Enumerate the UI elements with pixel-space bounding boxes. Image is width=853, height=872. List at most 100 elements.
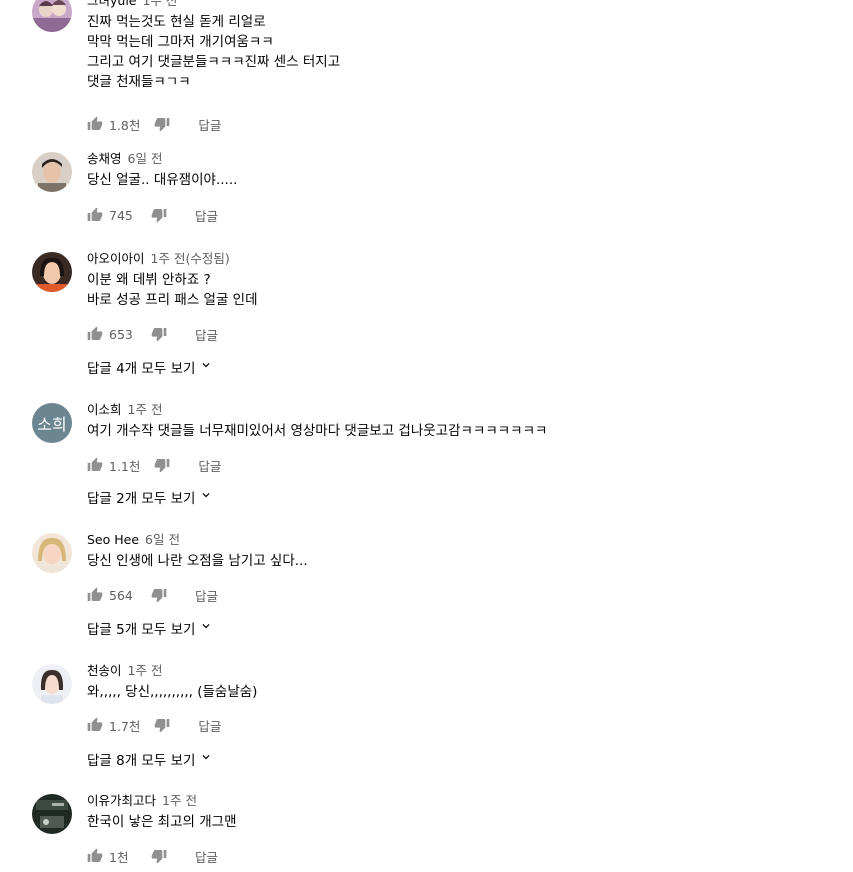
comment-text: 당신 인생에 나란 오점을 남기고 싶다...	[87, 551, 833, 571]
avatar[interactable]	[32, 0, 72, 32]
comment-author[interactable]: 이유가최고다	[87, 793, 156, 808]
thumb-down-icon	[154, 116, 170, 132]
comment-line: 한국이 낳은 최고의 개그맨	[87, 814, 237, 830]
comment-author[interactable]: 그녀yule	[87, 0, 136, 8]
comment-time[interactable]: 1주 전	[142, 0, 177, 8]
like-button[interactable]: 1.8천	[87, 115, 140, 134]
like-button[interactable]: 564	[87, 587, 137, 603]
like-count: 1.8천	[109, 117, 141, 133]
comment-text: 한국이 낳은 최고의 개그맨	[87, 812, 833, 832]
comment-line: 바로 성공 프리 패스 얼굴 인데	[87, 292, 258, 308]
thumb-up-icon	[87, 207, 103, 223]
like-button[interactable]: 1.7천	[87, 716, 140, 735]
thumb-down-icon	[151, 848, 167, 864]
like-count: 745	[109, 207, 133, 223]
comment-time[interactable]: 6일 전	[145, 532, 180, 547]
avatar-letter: 소희	[37, 415, 67, 434]
comment-actions: 1.1천 답글	[87, 454, 221, 476]
comment-author[interactable]: 송채영	[87, 151, 122, 166]
dislike-button[interactable]	[151, 848, 167, 864]
reply-button[interactable]: 답글	[198, 115, 221, 134]
thumb-up-icon	[87, 457, 103, 473]
comment-text: 와,,,,, 당신,,,,,,,,,, (들숨날숨)	[87, 682, 833, 702]
comment-time[interactable]: 1주 전	[162, 793, 197, 808]
comment-actions: 1.7천 답글	[87, 714, 221, 736]
comment-line: 막막 먹는데 그마저 개기여움ㅋㅋ	[87, 34, 274, 50]
thumb-down-icon	[154, 717, 170, 733]
view-replies-label: 답글 5개 모두 보기	[87, 622, 196, 638]
avatar[interactable]: 소희	[32, 403, 72, 443]
dislike-button[interactable]	[154, 116, 170, 132]
reply-button[interactable]: 답글	[195, 847, 218, 866]
reply-button[interactable]: 답글	[198, 456, 221, 475]
reply-button[interactable]: 답글	[195, 325, 218, 344]
comment-text: 당신 얼굴.. 대유잼이야.....	[87, 170, 833, 190]
comment-time[interactable]: 1주 전(수정됨)	[151, 251, 230, 266]
comment-line: 그리고 여기 댓글분들ㅋㅋㅋ진짜 센스 터지고	[87, 54, 341, 70]
thumb-up-icon	[87, 587, 103, 603]
avatar[interactable]	[32, 664, 72, 704]
chevron-down-icon	[199, 619, 213, 637]
comment-line: 당신 얼굴.. 대유잼이야.....	[87, 172, 238, 188]
like-count: 1천	[109, 849, 129, 865]
comment-actions: 653 답글	[87, 323, 218, 345]
comment-actions: 1.8천 답글	[87, 113, 221, 135]
comment-author[interactable]: 아오이아이	[87, 251, 145, 266]
view-replies-button[interactable]: 답글 5개 모두 보기	[87, 618, 213, 638]
dislike-button[interactable]	[154, 717, 170, 733]
comment-header: 이유가최고다 1주 전	[87, 792, 833, 810]
like-button[interactable]: 653	[87, 326, 137, 342]
comment-header: 이소희 1주 전	[87, 401, 833, 419]
thumb-down-icon	[154, 457, 170, 473]
reply-button[interactable]: 답글	[195, 586, 218, 605]
comment-actions: 564 답글	[87, 584, 218, 606]
like-button[interactable]: 1천	[87, 847, 137, 866]
comment-author[interactable]: 이소희	[87, 402, 122, 417]
avatar[interactable]	[32, 252, 72, 292]
comment-author[interactable]: 천송이	[87, 663, 122, 678]
reply-button[interactable]: 답글	[198, 716, 221, 735]
thumb-up-icon	[87, 326, 103, 342]
comment-header: 송채영 6일 전	[87, 150, 833, 168]
comment-header: Seo Hee 6일 전	[87, 531, 833, 549]
comment-line: 여기 개수작 댓글들 너무재미있어서 영상마다 댓글보고 겁나웃고감ㅋㅋㅋㅋㅋㅋ…	[87, 423, 548, 439]
thumb-down-icon	[151, 326, 167, 342]
dislike-button[interactable]	[151, 326, 167, 342]
thumb-up-icon	[87, 848, 103, 864]
comment-author[interactable]: Seo Hee	[87, 532, 139, 547]
like-count: 653	[109, 326, 133, 342]
like-button[interactable]: 1.1천	[87, 456, 140, 475]
comment-time[interactable]: 1주 전	[128, 402, 163, 417]
dislike-button[interactable]	[151, 207, 167, 223]
chevron-down-icon	[199, 358, 213, 376]
comment-line: 이분 왜 데뷔 안하죠 ?	[87, 272, 211, 288]
view-replies-button[interactable]: 답글 8개 모두 보기	[87, 749, 213, 769]
chevron-down-icon	[199, 750, 213, 768]
avatar[interactable]	[32, 533, 72, 573]
comment-line: 진짜 먹는것도 현실 돋게 리얼로	[87, 14, 266, 30]
comment-actions: 745 답글	[87, 204, 218, 226]
dislike-button[interactable]	[154, 457, 170, 473]
thumb-down-icon	[151, 207, 167, 223]
comment-header: 그녀yule 1주 전	[87, 0, 833, 10]
comment-line: 당신 인생에 나란 오점을 남기고 싶다...	[87, 553, 308, 569]
dislike-button[interactable]	[151, 587, 167, 603]
view-replies-button[interactable]: 답글 4개 모두 보기	[87, 357, 213, 377]
like-count: 1.1천	[109, 458, 141, 474]
comment-actions: 1천 답글	[87, 845, 218, 867]
comment-time[interactable]: 6일 전	[128, 151, 163, 166]
like-count: 1.7천	[109, 718, 141, 734]
comment-header: 아오이아이 1주 전(수정됨)	[87, 250, 833, 268]
like-button[interactable]: 745	[87, 207, 137, 223]
comment-text: 여기 개수작 댓글들 너무재미있어서 영상마다 댓글보고 겁나웃고감ㅋㅋㅋㅋㅋㅋ…	[87, 421, 833, 441]
comment-line: 댓글 천재들ㅋㄱㅋ	[87, 74, 191, 90]
reply-button[interactable]: 답글	[195, 206, 218, 225]
comment-text: 이분 왜 데뷔 안하죠 ? 바로 성공 프리 패스 얼굴 인데	[87, 270, 833, 310]
view-replies-button[interactable]: 답글 2개 모두 보기	[87, 487, 213, 507]
view-replies-label: 답글 4개 모두 보기	[87, 361, 196, 377]
avatar[interactable]	[32, 794, 72, 834]
chevron-down-icon	[199, 488, 213, 506]
comment-time[interactable]: 1주 전	[128, 663, 163, 678]
avatar[interactable]	[32, 152, 72, 192]
thumb-up-icon	[87, 717, 103, 733]
